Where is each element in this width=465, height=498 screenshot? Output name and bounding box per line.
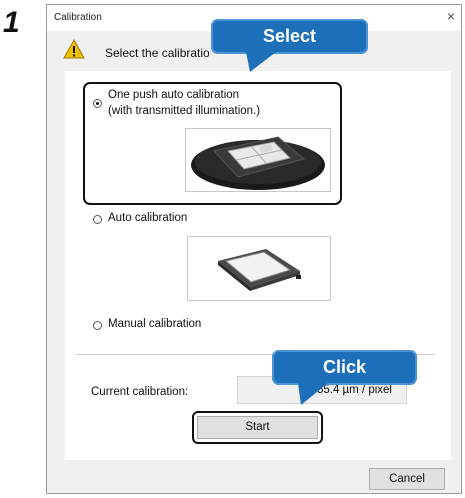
one-push-stage-image [185, 128, 331, 192]
select-callout-pointer [246, 52, 276, 72]
cancel-button[interactable]: Cancel [369, 468, 445, 490]
radio-auto[interactable] [93, 215, 102, 224]
radio-one-push[interactable] [93, 99, 102, 108]
current-calibration-label: Current calibration: [91, 386, 189, 398]
option-one-push-label: One push auto calibration [108, 89, 240, 101]
option-manual-label: Manual calibration [108, 318, 202, 330]
click-callout: Click [272, 350, 417, 385]
dialog-title: Calibration [54, 12, 102, 23]
option-one-push-sublabel: (with transmitted illumination.) [108, 105, 261, 117]
option-auto-label: Auto calibration [108, 212, 188, 224]
click-callout-pointer [298, 383, 328, 405]
auto-calibration-plate-image [187, 236, 331, 301]
calibration-dialog: Calibration × Select the calibratio One … [46, 4, 462, 494]
start-button[interactable]: Start [197, 416, 318, 439]
dialog-header-text: Select the calibratio [105, 46, 210, 60]
select-callout: Select [211, 19, 368, 54]
step-number: 1 [3, 6, 20, 39]
close-icon[interactable]: × [447, 8, 455, 24]
warning-icon [63, 39, 85, 59]
radio-manual[interactable] [93, 321, 102, 330]
